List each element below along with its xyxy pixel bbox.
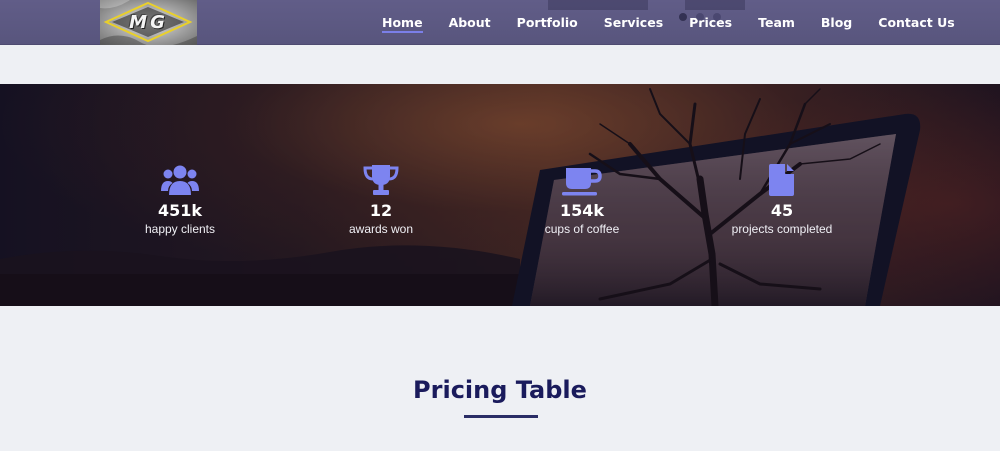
nav-services[interactable]: Services: [591, 0, 676, 45]
slider-dots: [679, 13, 721, 21]
stat-label: cups of coffee: [544, 222, 620, 236]
stat-label: projects completed: [731, 222, 833, 236]
nav-about[interactable]: About: [436, 0, 504, 45]
slider-dot[interactable]: [713, 13, 721, 21]
stat-awards-won: 12 awards won: [281, 162, 481, 236]
slider-dot[interactable]: [679, 13, 687, 21]
stat-label: happy clients: [144, 222, 216, 236]
stat-number: 154k: [559, 201, 605, 220]
document-icon: [682, 162, 882, 196]
trophy-icon: [281, 162, 481, 196]
users-icon: [80, 162, 280, 196]
stat-happy-clients: 451k happy clients: [80, 162, 280, 236]
stat-number: 12: [369, 201, 393, 220]
nav-prices[interactable]: Prices: [676, 0, 745, 45]
main-nav: Home About Portfolio Services Prices Tea…: [369, 0, 968, 45]
stat-cups-of-coffee: 154k cups of coffee: [482, 162, 682, 236]
logo-text: MG: [129, 12, 168, 33]
site-logo[interactable]: MG: [100, 0, 197, 45]
nav-home[interactable]: Home: [369, 0, 436, 45]
stat-number: 45: [770, 201, 794, 220]
navbar: MG Home About Portfolio Services Prices …: [0, 0, 1000, 45]
nav-blog[interactable]: Blog: [808, 0, 865, 45]
stat-projects-completed: 45 projects completed: [682, 162, 882, 236]
nav-portfolio[interactable]: Portfolio: [504, 0, 591, 45]
pricing-section-title: Pricing Table: [413, 376, 587, 404]
slider-dot[interactable]: [696, 13, 704, 21]
coffee-cup-icon: [482, 162, 682, 196]
nav-contact-us[interactable]: Contact Us: [865, 0, 967, 45]
stat-label: awards won: [348, 222, 414, 236]
stats-banner: 451k happy clients 12 awards won 154k cu: [0, 84, 1000, 306]
nav-team[interactable]: Team: [745, 0, 808, 45]
title-underline: [464, 415, 538, 418]
stat-number: 451k: [157, 201, 203, 220]
